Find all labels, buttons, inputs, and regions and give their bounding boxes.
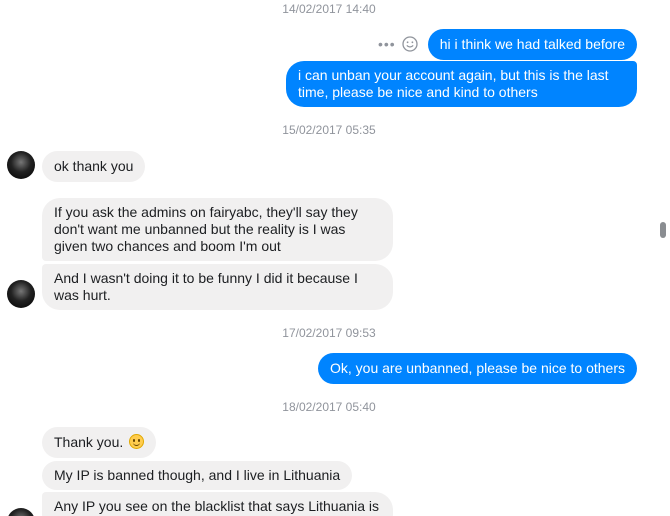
timestamp: 14/02/2017 14:40 <box>282 2 376 16</box>
user-avatar[interactable] <box>7 280 35 308</box>
incoming-message[interactable]: If you ask the admins on fairyabc, they'… <box>42 198 393 261</box>
incoming-message[interactable]: Any IP you see on the blacklist that say… <box>42 492 393 516</box>
emoji-reaction-icon[interactable] <box>402 36 418 52</box>
outgoing-message[interactable]: i can unban your account again, but this… <box>286 61 637 107</box>
message-actions: ••• <box>378 36 418 52</box>
user-avatar[interactable] <box>7 508 35 516</box>
smiling-face-emoji-icon <box>129 434 145 449</box>
incoming-message[interactable]: ok thank you <box>42 151 146 182</box>
message-text: Thank you. <box>54 434 124 450</box>
user-avatar[interactable] <box>7 151 35 179</box>
message-thread: 14/02/2017 14:40 ••• hi i think we had t… <box>0 0 658 516</box>
timestamp: 18/02/2017 05:40 <box>282 400 376 414</box>
outgoing-message[interactable]: hi i think we had talked before <box>427 29 637 60</box>
incoming-message[interactable]: And I wasn't doing it to be funny I did … <box>42 264 393 310</box>
incoming-message[interactable]: Thank you. <box>42 427 157 458</box>
timestamp: 17/02/2017 09:53 <box>282 326 376 340</box>
timestamp: 15/02/2017 05:35 <box>282 123 376 137</box>
scrollbar-thumb[interactable] <box>660 222 666 238</box>
incoming-message[interactable]: My IP is banned though, and I live in Li… <box>42 461 353 490</box>
outgoing-message[interactable]: Ok, you are unbanned, please be nice to … <box>318 353 637 384</box>
more-options-icon[interactable]: ••• <box>378 37 396 51</box>
